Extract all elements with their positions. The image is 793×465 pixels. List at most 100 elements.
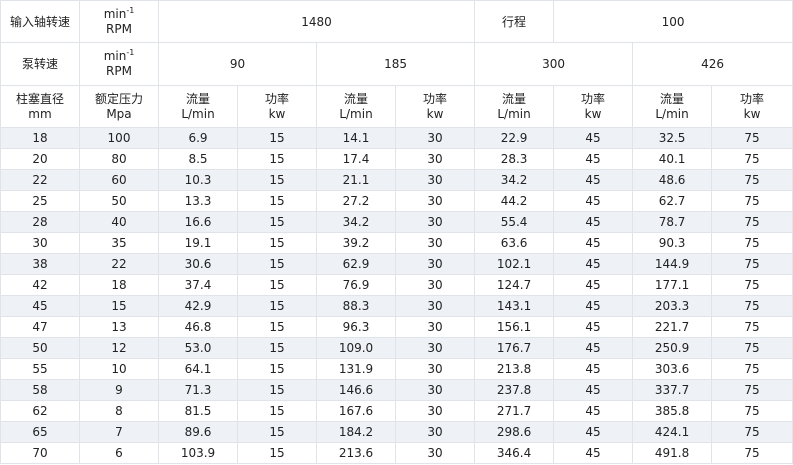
power-cell: 30 <box>394 295 476 317</box>
flow-cell: 34.2 <box>316 211 396 233</box>
power-cell: 30 <box>394 232 476 254</box>
table-row: 58 9 71.3 15 146.6 30 237.8 45 337.7 75 <box>0 379 793 401</box>
power-label: 功率 <box>264 91 289 106</box>
power-cell: 45 <box>553 358 634 380</box>
power-cell: 45 <box>553 169 634 191</box>
power-unit: kw <box>268 106 286 121</box>
table-row: 30 35 19.1 15 39.2 30 63.6 45 90.3 75 <box>0 232 793 254</box>
unit-exp: -1 <box>126 5 135 15</box>
power-cell: 15 <box>237 274 317 296</box>
power-cell: 45 <box>553 127 634 149</box>
flow-cell: 124.7 <box>474 274 555 296</box>
flow-cell: 30.6 <box>158 253 238 275</box>
flow-cell: 8.5 <box>158 148 238 170</box>
power-cell: 75 <box>711 169 793 191</box>
plunger-diameter-cell: 55 <box>0 358 80 380</box>
flow-cell: 22.9 <box>474 127 555 149</box>
plunger-diameter-cell: 18 <box>0 127 80 149</box>
unit-exp: -1 <box>126 48 135 57</box>
plunger-diameter-cell: 20 <box>0 148 80 170</box>
flow-unit: L/min <box>339 106 373 121</box>
flow-label: 流量 <box>185 91 210 106</box>
flow-cell: 81.5 <box>158 400 238 422</box>
table-row: 45 15 42.9 15 88.3 30 143.1 45 203.3 75 <box>0 295 793 317</box>
flow-cell: 71.3 <box>158 379 238 401</box>
rated-pressure-cell: 7 <box>79 421 159 443</box>
power-cell: 45 <box>553 295 634 317</box>
header-row-columns: 柱塞直径 mm 额定压力 Mpa 流量 L/min 功率 kw 流量 L/min 功率 kw… <box>0 85 793 128</box>
power-unit: kw <box>743 106 761 121</box>
flow-cell: 63.6 <box>474 232 555 254</box>
power-cell: 75 <box>711 253 793 275</box>
power-cell: 30 <box>394 400 476 422</box>
table-row: 50 12 53.0 15 109.0 30 176.7 45 250.9 75 <box>0 337 793 359</box>
plunger-diameter-cell: 62 <box>0 400 80 422</box>
power-cell: 75 <box>711 211 793 233</box>
power-cell: 30 <box>394 337 476 359</box>
rated-pressure-cell: 9 <box>79 379 159 401</box>
flow-cell: 167.6 <box>316 400 396 422</box>
power-cell: 30 <box>394 127 476 149</box>
flow-cell: 62.9 <box>316 253 396 275</box>
pump-speed-4: 426 <box>632 42 793 86</box>
flow-cell: 53.0 <box>158 337 238 359</box>
power-cell: 30 <box>394 169 476 191</box>
power-cell: 15 <box>237 400 317 422</box>
rated-pressure-cell: 80 <box>79 148 159 170</box>
flow-cell: 21.1 <box>316 169 396 191</box>
power-cell: 45 <box>553 190 634 212</box>
flow-cell: 303.6 <box>632 358 713 380</box>
table-row: 38 22 30.6 15 62.9 30 102.1 45 144.9 75 <box>0 253 793 275</box>
rated-pressure-cell: 22 <box>79 253 159 275</box>
flow-cell: 39.2 <box>316 232 396 254</box>
flow-cell: 250.9 <box>632 337 713 359</box>
power-cell: 15 <box>237 232 317 254</box>
flow-cell: 424.1 <box>632 421 713 443</box>
flow-cell: 16.6 <box>158 211 238 233</box>
rated-pressure-cell: 18 <box>79 274 159 296</box>
flow-cell: 27.2 <box>316 190 396 212</box>
table-row: 18 100 6.9 15 14.1 30 22.9 45 32.5 75 <box>0 127 793 149</box>
power-unit: kw <box>584 106 602 121</box>
flow-cell: 103.9 <box>158 442 238 464</box>
power-cell: 45 <box>553 253 634 275</box>
table-row: 65 7 89.6 15 184.2 30 298.6 45 424.1 75 <box>0 421 793 443</box>
power-cell: 15 <box>237 316 317 338</box>
plunger-diameter-cell: 65 <box>0 421 80 443</box>
flow-cell: 28.3 <box>474 148 555 170</box>
power-label: 功率 <box>740 91 765 106</box>
plunger-diameter-cell: 28 <box>0 211 80 233</box>
plunger-diameter-cell: 45 <box>0 295 80 317</box>
flow-unit: L/min <box>497 106 531 121</box>
flow-cell: 346.4 <box>474 442 555 464</box>
power-cell: 15 <box>237 169 317 191</box>
power-cell: 75 <box>711 274 793 296</box>
flow-cell: 102.1 <box>474 253 555 275</box>
flow-unit: L/min <box>655 106 689 121</box>
flow-cell: 55.4 <box>474 211 555 233</box>
flow-cell: 44.2 <box>474 190 555 212</box>
rated-pressure-cell: 12 <box>79 337 159 359</box>
unit-rpm: RPM <box>106 21 132 36</box>
flow-cell: 109.0 <box>316 337 396 359</box>
flow-header-2: 流量 L/min <box>316 85 396 128</box>
flow-cell: 144.9 <box>632 253 713 275</box>
flow-cell: 89.6 <box>158 421 238 443</box>
power-cell: 75 <box>711 442 793 464</box>
plunger-diameter-cell: 30 <box>0 232 80 254</box>
power-cell: 15 <box>237 190 317 212</box>
flow-cell: 203.3 <box>632 295 713 317</box>
rated-pressure-cell: 35 <box>79 232 159 254</box>
flow-cell: 221.7 <box>632 316 713 338</box>
flow-unit: L/min <box>181 106 215 121</box>
flow-header-4: 流量 L/min <box>632 85 713 128</box>
power-cell: 15 <box>237 295 317 317</box>
flow-cell: 17.4 <box>316 148 396 170</box>
power-cell: 15 <box>237 253 317 275</box>
table-row: 42 18 37.4 15 76.9 30 124.7 45 177.1 75 <box>0 274 793 296</box>
flow-label: 流量 <box>502 91 527 106</box>
power-cell: 75 <box>711 148 793 170</box>
pump-speed-1: 90 <box>158 42 317 86</box>
rated-pressure-cell: 6 <box>79 442 159 464</box>
rated-pressure-cell: 50 <box>79 190 159 212</box>
